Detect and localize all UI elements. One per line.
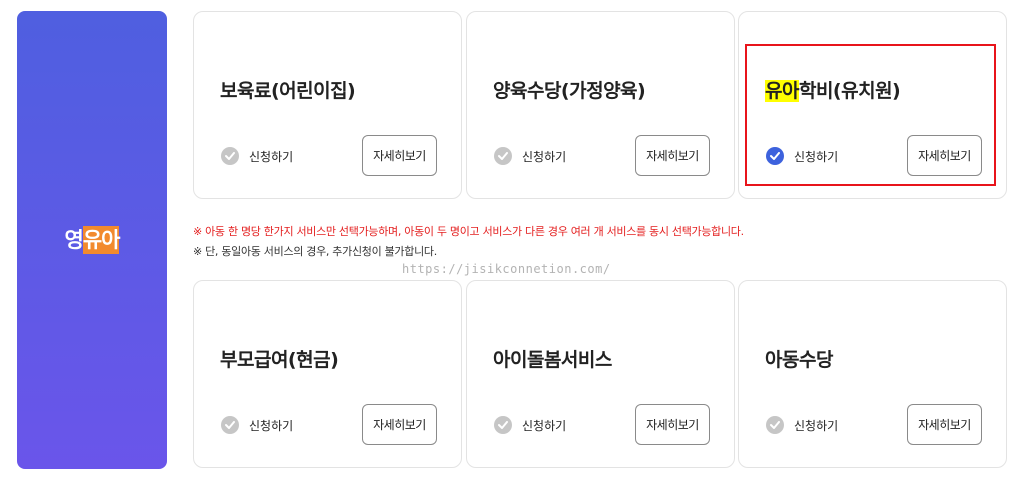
detail-button[interactable]: 자세히보기 (635, 135, 710, 176)
card-title: 보육료(어린이집) (220, 76, 356, 103)
check-circle-icon[interactable] (766, 416, 784, 434)
check-circle-icon[interactable] (221, 147, 239, 165)
check-circle-icon[interactable] (766, 147, 784, 165)
apply-label: 신청하기 (522, 418, 567, 433)
card-title-text: 보육료(어린이집) (220, 80, 356, 102)
apply-label: 신청하기 (794, 149, 839, 164)
card-title-text: 부모급여(현금) (220, 349, 339, 371)
category-title: 영유아 (64, 225, 120, 254)
apply-option[interactable]: 신청하기 (494, 147, 566, 165)
notice-multi-service: ※ 아동 한 명당 한가지 서비스만 선택가능하며, 아동이 두 명이고 서비스… (193, 225, 744, 238)
check-circle-icon[interactable] (221, 416, 239, 434)
card-title: 아동수당 (765, 345, 833, 372)
category-panel[interactable]: 영유아 (17, 11, 167, 469)
check-circle-icon[interactable] (494, 147, 512, 165)
service-card-childcare-fee: 보육료(어린이집) 신청하기 자세히보기 (193, 11, 462, 199)
notice-same-child: ※ 단, 동일아동 서비스의 경우, 추가신청이 불가합니다. (193, 245, 437, 258)
service-card-childcare-service: 아이돌봄서비스 신청하기 자세히보기 (466, 280, 735, 468)
apply-label: 신청하기 (522, 149, 567, 164)
card-title: 유아학비(유치원) (765, 76, 901, 103)
apply-label: 신청하기 (249, 418, 294, 433)
category-title-highlight: 유아 (82, 225, 120, 254)
apply-option[interactable]: 신청하기 (221, 147, 293, 165)
detail-button[interactable]: 자세히보기 (907, 135, 982, 176)
card-title-text: 아이돌봄서비스 (493, 349, 612, 371)
detail-button[interactable]: 자세히보기 (635, 404, 710, 445)
card-title-text: 양육수당(가정양육) (493, 80, 646, 102)
watermark-url: https://jisikconnetion.com/ (402, 262, 611, 276)
service-card-parental-benefit: 부모급여(현금) 신청하기 자세히보기 (193, 280, 462, 468)
card-title: 아이돌봄서비스 (493, 345, 612, 372)
apply-option[interactable]: 신청하기 (766, 416, 838, 434)
service-card-home-care-allowance: 양육수당(가정양육) 신청하기 자세히보기 (466, 11, 735, 199)
check-circle-icon[interactable] (494, 416, 512, 434)
apply-option[interactable]: 신청하기 (494, 416, 566, 434)
apply-label: 신청하기 (249, 149, 294, 164)
detail-button[interactable]: 자세히보기 (907, 404, 982, 445)
apply-option[interactable]: 신청하기 (766, 147, 838, 165)
category-title-plain: 영 (64, 227, 84, 252)
card-title-text: 학비(유치원) (798, 80, 901, 102)
apply-option[interactable]: 신청하기 (221, 416, 293, 434)
service-card-kindergarten-tuition: 유아학비(유치원) 신청하기 자세히보기 (738, 11, 1007, 199)
detail-button[interactable]: 자세히보기 (362, 404, 437, 445)
detail-button[interactable]: 자세히보기 (362, 135, 437, 176)
card-title: 부모급여(현금) (220, 345, 339, 372)
card-title-text: 아동수당 (765, 349, 833, 371)
card-title-highlight: 유아 (765, 80, 799, 102)
service-card-child-allowance: 아동수당 신청하기 자세히보기 (738, 280, 1007, 468)
card-title: 양육수당(가정양육) (493, 76, 646, 103)
apply-label: 신청하기 (794, 418, 839, 433)
